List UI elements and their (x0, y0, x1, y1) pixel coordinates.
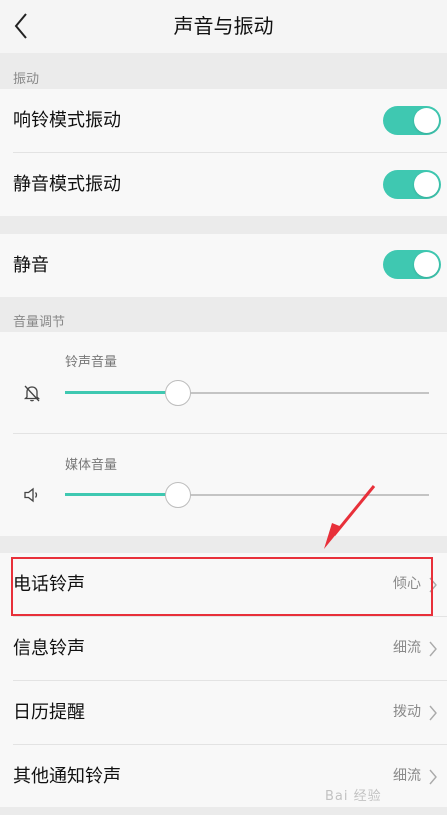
ring-mode-vibration-label: 响铃模式振动 (13, 110, 121, 131)
silent-mode-vibration-row: 静音模式振动 (0, 153, 447, 216)
silent-mode-vibration-toggle[interactable] (383, 170, 441, 199)
other-notification-ringtone-label: 其他通知铃声 (13, 766, 121, 787)
toggle-knob (414, 252, 439, 277)
ring-mode-vibration-toggle[interactable] (383, 106, 441, 135)
calendar-reminder-value: 拨动 (393, 704, 421, 720)
slider-thumb[interactable] (165, 380, 191, 406)
volume-header-band (0, 297, 447, 332)
annotation-arrow-icon (324, 485, 376, 549)
ringtone-volume-label: 铃声音量 (65, 355, 118, 370)
divider (13, 433, 447, 434)
ringtone-volume-slider[interactable] (65, 378, 429, 408)
slider-fill (65, 493, 178, 496)
calendar-reminder-label: 日历提醒 (13, 702, 85, 723)
section-label-volume-text: 音量调节 (13, 315, 66, 330)
toggle-knob (414, 108, 439, 133)
bell-muted-icon (23, 385, 41, 402)
top-bar: 声音与振动 (0, 0, 447, 53)
section-label-vibration: 振动 (13, 72, 40, 87)
mute-panel: 静音 (0, 234, 447, 297)
vibration-panel: 响铃模式振动 静音模式振动 (0, 89, 447, 216)
highlight-box (11, 557, 433, 616)
chevron-right-icon (429, 705, 437, 721)
message-ringtone-value: 细流 (393, 640, 421, 656)
slider-fill (65, 391, 178, 394)
mute-label: 静音 (13, 255, 49, 276)
silent-mode-vibration-label: 静音模式振动 (13, 174, 121, 195)
chevron-right-icon (429, 769, 437, 785)
watermark: Bai 经验 (325, 789, 382, 804)
other-notification-ringtone-value: 细流 (393, 768, 421, 784)
toggle-knob (414, 172, 439, 197)
chevron-right-icon (429, 641, 437, 657)
page-title: 声音与振动 (173, 14, 274, 38)
mute-toggle[interactable] (383, 250, 441, 279)
ring-mode-vibration-row: 响铃模式振动 (0, 89, 447, 152)
calendar-reminder-row[interactable]: 日历提醒 拨动 (0, 681, 447, 744)
media-volume-label: 媒体音量 (65, 458, 118, 473)
message-ringtone-row[interactable]: 信息铃声 细流 (0, 617, 447, 680)
mute-row: 静音 (0, 234, 447, 297)
speaker-icon (24, 487, 38, 503)
message-ringtone-label: 信息铃声 (13, 638, 85, 659)
slider-thumb[interactable] (165, 482, 191, 508)
